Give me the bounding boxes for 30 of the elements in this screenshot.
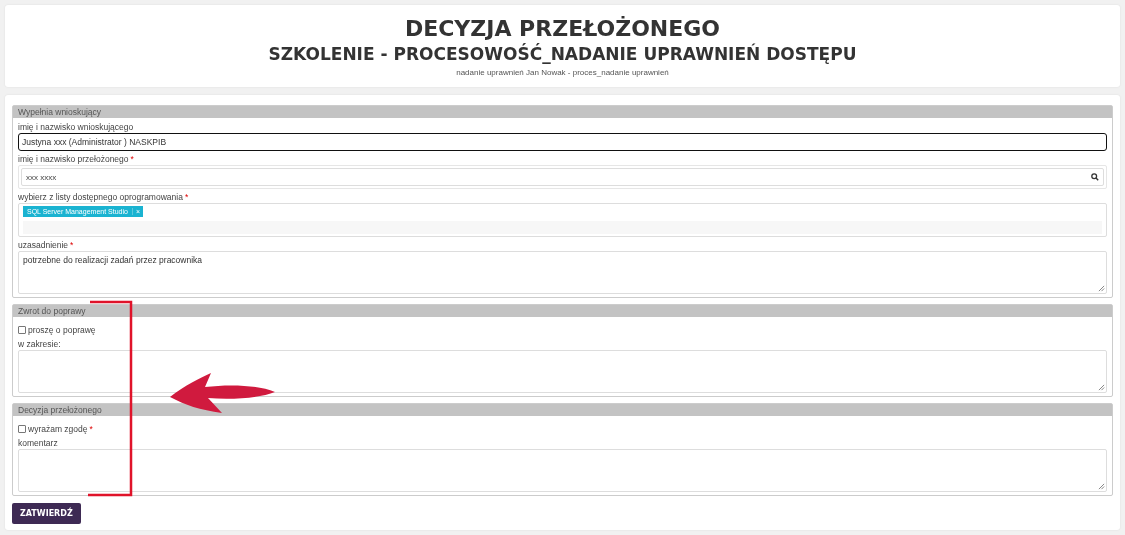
checkbox[interactable]: [18, 425, 26, 433]
required-mark: *: [184, 191, 189, 203]
field-label: uzasadnienie: [18, 239, 69, 251]
resize-grip-icon[interactable]: [1098, 285, 1105, 292]
field-label: imię i nazwisko przełożonego: [18, 153, 129, 165]
required-mark: *: [89, 423, 93, 435]
required-mark: *: [130, 153, 134, 165]
checkbox-label[interactable]: wyrażam zgodę: [28, 423, 88, 435]
section-header: Zwrot do poprawy: [13, 305, 1112, 317]
section-header: Decyzja przełożonego: [13, 404, 1112, 416]
search-icon[interactable]: [1091, 173, 1099, 181]
required-mark: *: [70, 239, 74, 251]
process-caption: nadanie uprawnień Jan Nowak - proces_nadanie uprawnień: [456, 68, 669, 77]
checkbox[interactable]: [18, 326, 26, 334]
checkbox-label[interactable]: proszę o poprawę: [28, 324, 96, 336]
field-value: xxx xxxx: [26, 172, 57, 182]
page-title: DECYZJA PRZEŁOŻONEGO: [404, 15, 721, 43]
resize-grip-icon[interactable]: [1098, 384, 1105, 391]
section-header: Wypełnia wnioskujący: [13, 106, 1112, 118]
lookup-field[interactable]: xxx xxxx: [21, 168, 1104, 186]
page-subtitle: SZKOLENIE - PROCESOWOŚĆ_NADANIE UPRAWNIEŃ DOSTĘPU: [268, 43, 857, 65]
field-label: wybierz z listy dostępnego oprogramowania: [18, 191, 183, 203]
text-field[interactable]: Justyna xxx (Administrator ) NASKPIB: [18, 133, 1107, 151]
submit-button[interactable]: ZATWIERDŹ: [12, 503, 81, 524]
field-label: w zakresie:: [18, 338, 61, 350]
field-value: potrzebne do realizacji zadań przez pracownika: [23, 255, 203, 265]
field-label: imię i nazwisko wnioskującego: [18, 121, 134, 133]
field-label: komentarz: [18, 437, 58, 449]
text-area[interactable]: potrzebne do realizacji zadań przez pracownika: [18, 251, 1107, 294]
resize-grip-icon[interactable]: [1098, 483, 1105, 490]
